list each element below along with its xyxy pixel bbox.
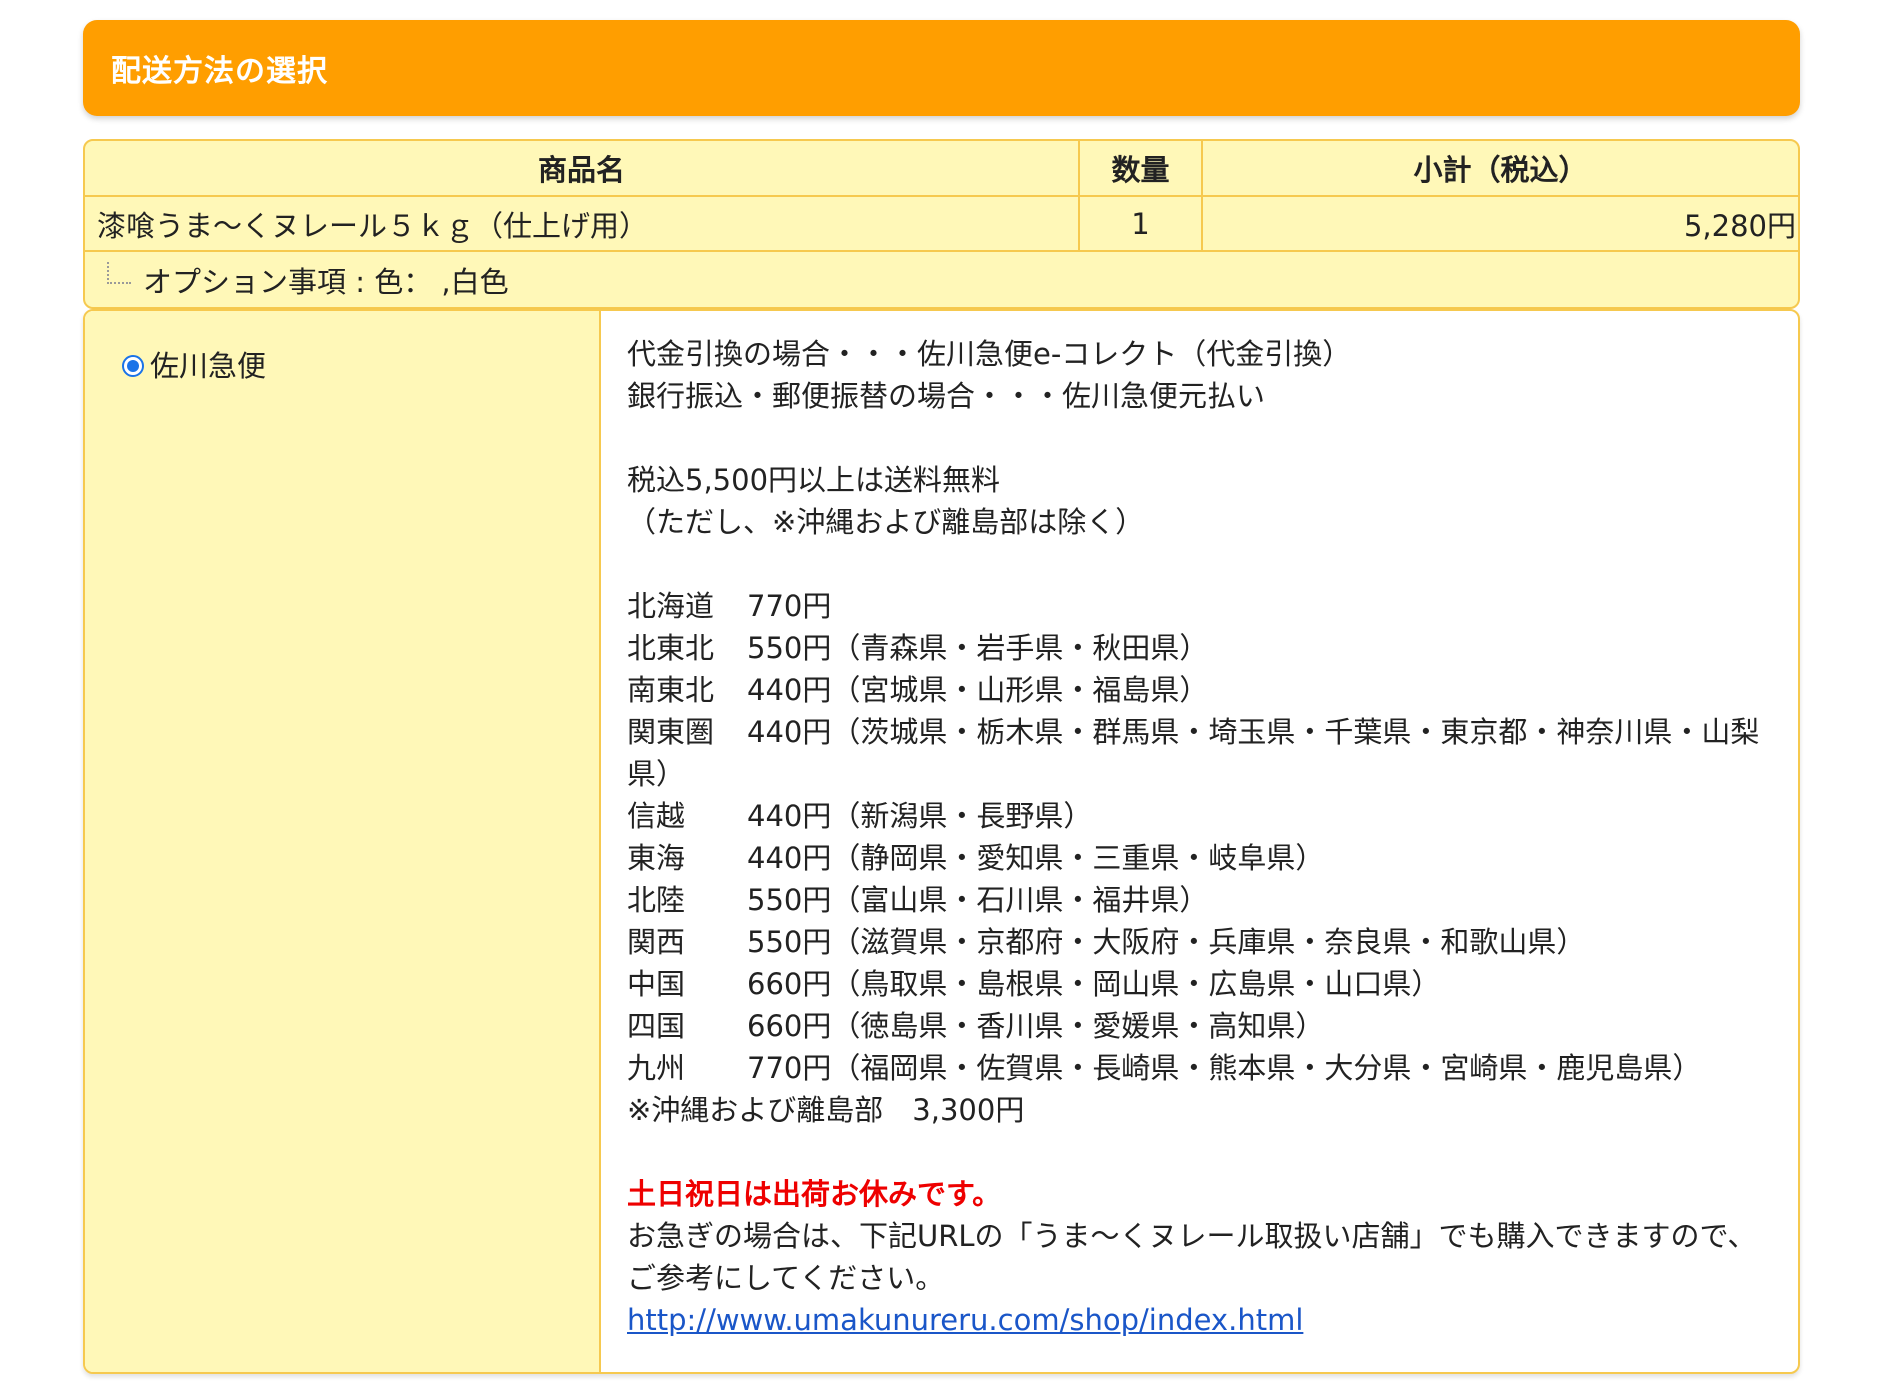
- rate-price: 770円（福岡県・佐賀県・長崎県・熊本県・大分県・宮崎県・鹿児島県）: [747, 1051, 1702, 1085]
- header-product-name: 商品名: [85, 141, 1080, 195]
- option-row: オプション事項 : 色： ,白色: [85, 252, 1798, 307]
- rate-row: 南東北 440円（宮城県・山形県・福島県）: [627, 669, 1772, 711]
- rate-region: 中国: [627, 967, 686, 1001]
- rate-price: 440円（宮城県・山形県・福島県）: [747, 673, 1209, 707]
- rate-row: 中国 660円（鳥取県・島根県・岡山県・広島県・山口県）: [627, 963, 1772, 1005]
- rate-region: 北東北: [627, 631, 715, 665]
- rate-row: 関西 550円（滋賀県・京都府・大阪府・兵庫県・奈良県・和歌山県）: [627, 921, 1772, 963]
- section-header: 配送方法の選択: [83, 20, 1800, 116]
- okinawa-rate: ※沖縄および離島部 3,300円: [627, 1093, 1025, 1127]
- shop-url-link[interactable]: http://www.umakunureru.com/shop/index.ht…: [627, 1303, 1303, 1337]
- rate-price: 660円（徳島県・香川県・愛媛県・高知県）: [747, 1009, 1325, 1043]
- rate-region: 四国: [627, 1009, 686, 1043]
- shipping-details: 代金引換の場合・・・佐川急便e-コレクト（代金引換） 銀行振込・郵便振替の場合・…: [601, 311, 1798, 1372]
- product-name: 漆喰うま〜くヌレール５ｋｇ（仕上げ用）: [85, 197, 1080, 250]
- rate-row: 関東圏 440円（茨城県・栃木県・群馬県・埼玉県・千葉県・東京都・神奈川県・山梨県…: [627, 711, 1772, 795]
- rate-row: 東海 440円（静岡県・愛知県・三重県・岐阜県）: [627, 837, 1772, 879]
- free-shipping-line: 税込5,500円以上は送料無料: [627, 463, 1001, 497]
- rate-region: 信越: [627, 799, 686, 833]
- cart-table: 商品名 数量 小計（税込） 漆喰うま〜くヌレール５ｋｇ（仕上げ用） 1 5,28…: [83, 139, 1800, 309]
- rate-region: 関東圏: [627, 715, 715, 749]
- header-quantity: 数量: [1080, 141, 1203, 195]
- tree-line-icon: [107, 261, 131, 284]
- rate-price: 660円（鳥取県・島根県・岡山県・広島県・山口県）: [747, 967, 1441, 1001]
- rate-price: 550円（青森県・岩手県・秋田県）: [747, 631, 1209, 665]
- rate-price: 440円（新潟県・長野県）: [747, 799, 1093, 833]
- rate-row: 北陸 550円（富山県・石川県・福井県）: [627, 879, 1772, 921]
- product-quantity: 1: [1080, 197, 1203, 250]
- table-header-row: 商品名 数量 小計（税込）: [85, 141, 1798, 197]
- rate-region: 北海道: [627, 589, 715, 623]
- shipping-option-label: 佐川急便: [150, 349, 267, 383]
- shipping-option-sagawa[interactable]: 佐川急便: [122, 343, 599, 385]
- hurry-notice: お急ぎの場合は、下記URLの「うま〜くヌレール取扱い店舗」でも購入できますので、…: [627, 1219, 1757, 1295]
- rate-price: 440円（茨城県・栃木県・群馬県・埼玉県・千葉県・東京都・神奈川県・山梨県）: [627, 715, 1760, 791]
- rate-row: 九州 770円（福岡県・佐賀県・長崎県・熊本県・大分県・宮崎県・鹿児島県）: [627, 1047, 1772, 1089]
- option-text: オプション事項 : 色： ,白色: [143, 264, 509, 299]
- radio-dot: [127, 360, 139, 372]
- rate-region: 九州: [627, 1051, 686, 1085]
- shipping-method-selector: 佐川急便: [85, 311, 601, 1372]
- payment-line: 銀行振込・郵便振替の場合・・・佐川急便元払い: [627, 379, 1266, 413]
- payment-line: 代金引換の場合・・・佐川急便e-コレクト（代金引換）: [627, 337, 1352, 371]
- rate-region: 東海: [627, 841, 686, 875]
- rate-price: 550円（滋賀県・京都府・大阪府・兵庫県・奈良県・和歌山県）: [747, 925, 1586, 959]
- rate-region: 南東北: [627, 673, 715, 707]
- rate-row: 四国 660円（徳島県・香川県・愛媛県・高知県）: [627, 1005, 1772, 1047]
- rate-row: 北東北 550円（青森県・岩手県・秋田県）: [627, 627, 1772, 669]
- rate-price: 550円（富山県・石川県・福井県）: [747, 883, 1209, 917]
- rate-price: 440円（静岡県・愛知県・三重県・岐阜県）: [747, 841, 1325, 875]
- section-title: 配送方法の選択: [111, 54, 328, 89]
- product-subtotal: 5,280円: [1683, 208, 1796, 243]
- rate-region: 関西: [627, 925, 686, 959]
- holiday-notice: 土日祝日は出荷お休みです。: [627, 1177, 1002, 1211]
- rate-row: 北海道 770円: [627, 585, 1772, 627]
- rate-region: 北陸: [627, 883, 686, 917]
- rate-price: 770円: [747, 589, 832, 623]
- free-shipping-note: （ただし、※沖縄および離島部は除く）: [627, 505, 1145, 539]
- rate-row: 信越 440円（新潟県・長野県）: [627, 795, 1772, 837]
- header-subtotal: 小計（税込）: [1413, 153, 1588, 187]
- table-row: 漆喰うま〜くヌレール５ｋｇ（仕上げ用） 1 5,280円: [85, 197, 1798, 252]
- shipping-method-panel: 佐川急便 代金引換の場合・・・佐川急便e-コレクト（代金引換） 銀行振込・郵便振…: [83, 309, 1800, 1374]
- radio-selected-icon[interactable]: [122, 355, 144, 377]
